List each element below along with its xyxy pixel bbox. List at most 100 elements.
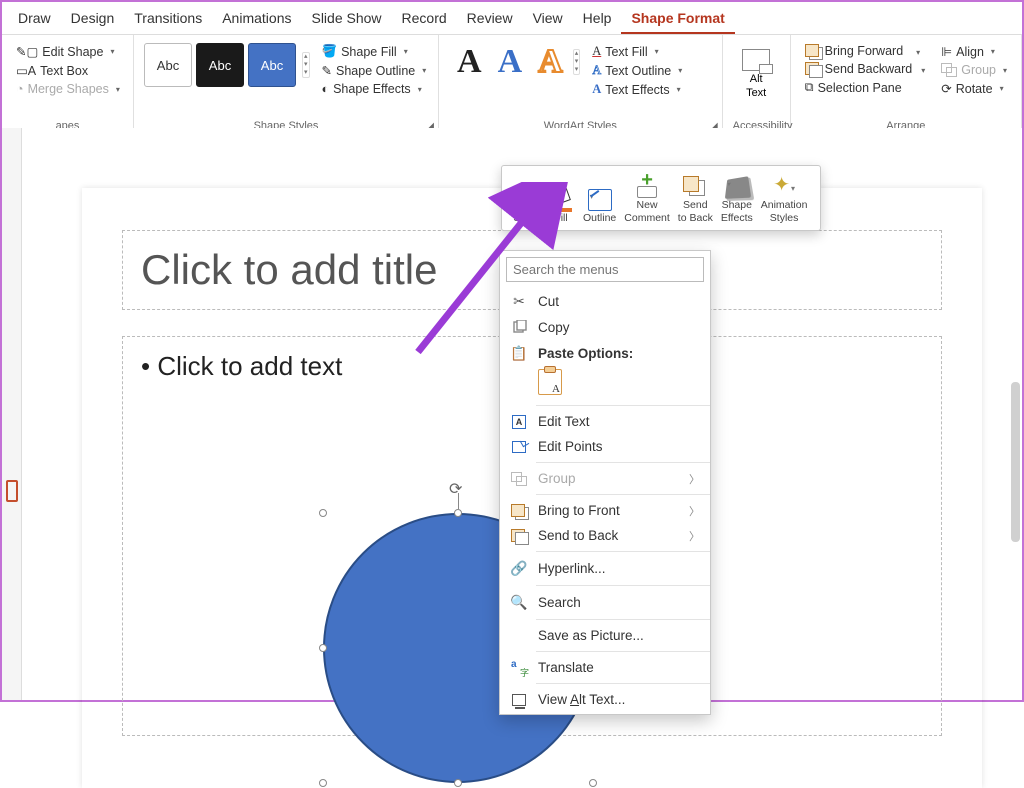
tab-help[interactable]: Help bbox=[573, 6, 622, 34]
shape-effects-button[interactable]: ◐Shape Effects bbox=[318, 81, 431, 97]
shape-style-preset-3[interactable]: Abc bbox=[248, 43, 296, 87]
rotation-handle-icon[interactable]: ⟳ bbox=[449, 479, 462, 499]
effects-icon: ◐ bbox=[322, 82, 330, 96]
mini-shape-effects-button[interactable]: ShapeEffects bbox=[718, 170, 756, 226]
paint-bucket-icon: 🪣 bbox=[322, 44, 338, 59]
ctx-send-to-back[interactable]: Send to Back〉 bbox=[500, 523, 710, 548]
shape-style-preset-1[interactable]: Abc bbox=[144, 43, 192, 87]
tab-slideshow[interactable]: Slide Show bbox=[301, 6, 391, 34]
current-slide-indicator bbox=[6, 480, 18, 502]
tab-transitions[interactable]: Transitions bbox=[124, 6, 212, 34]
send-backward-icon bbox=[805, 62, 821, 76]
style-icon bbox=[511, 189, 538, 211]
menu-search-input[interactable] bbox=[506, 257, 704, 282]
merge-shapes-button: ◔Merge Shapes bbox=[12, 81, 124, 97]
tab-record[interactable]: Record bbox=[392, 6, 457, 34]
send-to-back-icon bbox=[683, 176, 707, 198]
mini-toolbar: Style Fill Outline +NewComment Sendto Ba… bbox=[501, 165, 821, 231]
group-button: Group bbox=[937, 62, 1011, 78]
ctx-edit-points[interactable]: Edit Points bbox=[500, 434, 710, 459]
text-outline-icon: A bbox=[592, 63, 601, 78]
edit-shape-icon: ✎▢ bbox=[16, 44, 38, 59]
resize-handle[interactable] bbox=[589, 779, 597, 787]
send-backward-button[interactable]: Send Backward bbox=[801, 61, 930, 77]
paste-icon: 📋 bbox=[510, 345, 528, 362]
wordart-gallery-dropdown[interactable]: ▴▾▾ bbox=[573, 49, 581, 75]
tab-shape-format[interactable]: Shape Format bbox=[621, 6, 734, 34]
bring-forward-button[interactable]: Bring Forward bbox=[801, 43, 930, 59]
resize-handle[interactable] bbox=[319, 644, 327, 652]
mini-send-to-back-button[interactable]: Sendto Back bbox=[675, 170, 716, 226]
animation-icon: ✦ bbox=[773, 176, 795, 198]
mini-style-button[interactable]: Style bbox=[508, 170, 542, 226]
ctx-cut[interactable]: ✂Cut bbox=[500, 288, 710, 315]
new-comment-icon: + bbox=[637, 172, 657, 198]
shape-fill-button[interactable]: 🪣Shape Fill bbox=[318, 43, 431, 60]
tab-design[interactable]: Design bbox=[61, 6, 125, 34]
text-fill-button[interactable]: AText Fill bbox=[588, 43, 686, 60]
selection-pane-button[interactable]: ⧉Selection Pane bbox=[801, 79, 930, 96]
text-fill-icon: A bbox=[592, 44, 601, 59]
selection-pane-icon: ⧉ bbox=[805, 80, 814, 95]
ctx-copy[interactable]: Copy bbox=[500, 315, 710, 340]
ctx-save-as-picture[interactable]: Save as Picture... bbox=[500, 623, 710, 648]
bring-to-front-icon bbox=[510, 504, 528, 518]
paste-keep-formatting-button[interactable]: A bbox=[538, 369, 562, 395]
shape-outline-button[interactable]: ✎Shape Outline bbox=[318, 62, 431, 79]
align-icon: ⊫ bbox=[941, 44, 952, 59]
edit-shape-button[interactable]: ✎▢Edit Shape bbox=[12, 43, 124, 60]
hyperlink-icon: 🔗 bbox=[510, 560, 528, 577]
text-box-button[interactable]: ▭AText Box bbox=[12, 62, 124, 79]
resize-handle[interactable] bbox=[454, 509, 462, 517]
tab-draw[interactable]: Draw bbox=[8, 6, 61, 34]
ctx-edit-text[interactable]: AEdit Text bbox=[500, 409, 710, 434]
mini-new-comment-button[interactable]: +NewComment bbox=[621, 170, 673, 226]
outline-icon bbox=[588, 189, 612, 211]
text-outline-button[interactable]: AText Outline bbox=[588, 62, 686, 79]
fill-icon bbox=[549, 189, 573, 211]
vertical-scrollbar[interactable] bbox=[1011, 382, 1020, 542]
ribbon: ✎▢Edit Shape ▭AText Box ◔Merge Shapes ap… bbox=[2, 35, 1022, 135]
rotate-button[interactable]: ⟳Rotate bbox=[937, 80, 1011, 97]
text-effects-button[interactable]: AText Effects bbox=[588, 81, 686, 98]
mini-animation-styles-button[interactable]: ✦AnimationStyles bbox=[758, 170, 811, 226]
group-icon bbox=[510, 472, 528, 486]
tab-animations[interactable]: Animations bbox=[212, 6, 301, 34]
pen-outline-icon: ✎ bbox=[322, 63, 332, 78]
mini-outline-button[interactable]: Outline bbox=[580, 170, 619, 226]
alt-text-button[interactable]: Alt Text bbox=[742, 43, 770, 99]
ctx-bring-to-front[interactable]: Bring to Front〉 bbox=[500, 498, 710, 523]
merge-shapes-icon: ◔ bbox=[16, 82, 24, 96]
ctx-search[interactable]: 🔍Search bbox=[500, 589, 710, 616]
shape-style-preset-2[interactable]: Abc bbox=[196, 43, 244, 87]
wordart-style-3[interactable]: A bbox=[530, 43, 571, 81]
search-icon: 🔍 bbox=[510, 594, 528, 611]
alt-text-icon bbox=[742, 49, 770, 71]
bring-forward-icon bbox=[805, 44, 821, 58]
ctx-group: Group〉 bbox=[500, 466, 710, 491]
tab-view[interactable]: View bbox=[523, 6, 573, 34]
shape-effects-icon bbox=[725, 176, 751, 199]
ctx-view-alt-text[interactable]: View Alt Text... bbox=[500, 687, 710, 712]
tab-review[interactable]: Review bbox=[457, 6, 523, 34]
mini-fill-button[interactable]: Fill bbox=[544, 170, 578, 226]
slide-thumbnail-panel[interactable] bbox=[2, 128, 22, 700]
ctx-hyperlink[interactable]: 🔗Hyperlink... bbox=[500, 555, 710, 582]
ctx-paste-options-heading: 📋Paste Options: bbox=[500, 340, 710, 367]
edit-points-icon bbox=[510, 441, 528, 453]
wordart-style-1[interactable]: A bbox=[449, 43, 490, 81]
context-menu: ✂Cut Copy 📋Paste Options: A AEdit Text E… bbox=[499, 250, 711, 715]
alt-text-icon bbox=[510, 694, 528, 706]
ctx-translate[interactable]: Translate bbox=[500, 655, 710, 680]
translate-icon bbox=[510, 661, 528, 675]
shape-styles-gallery-dropdown[interactable]: ▴▾▾ bbox=[302, 52, 310, 78]
wordart-style-2[interactable]: A bbox=[490, 43, 531, 81]
submenu-chevron-icon: 〉 bbox=[689, 503, 700, 519]
align-button[interactable]: ⊫Align bbox=[937, 43, 1011, 60]
cut-icon: ✂ bbox=[510, 293, 528, 310]
resize-handle[interactable] bbox=[454, 779, 462, 787]
group-icon bbox=[941, 63, 957, 77]
resize-handle[interactable] bbox=[319, 509, 327, 517]
submenu-chevron-icon: 〉 bbox=[689, 471, 700, 487]
resize-handle[interactable] bbox=[319, 779, 327, 787]
